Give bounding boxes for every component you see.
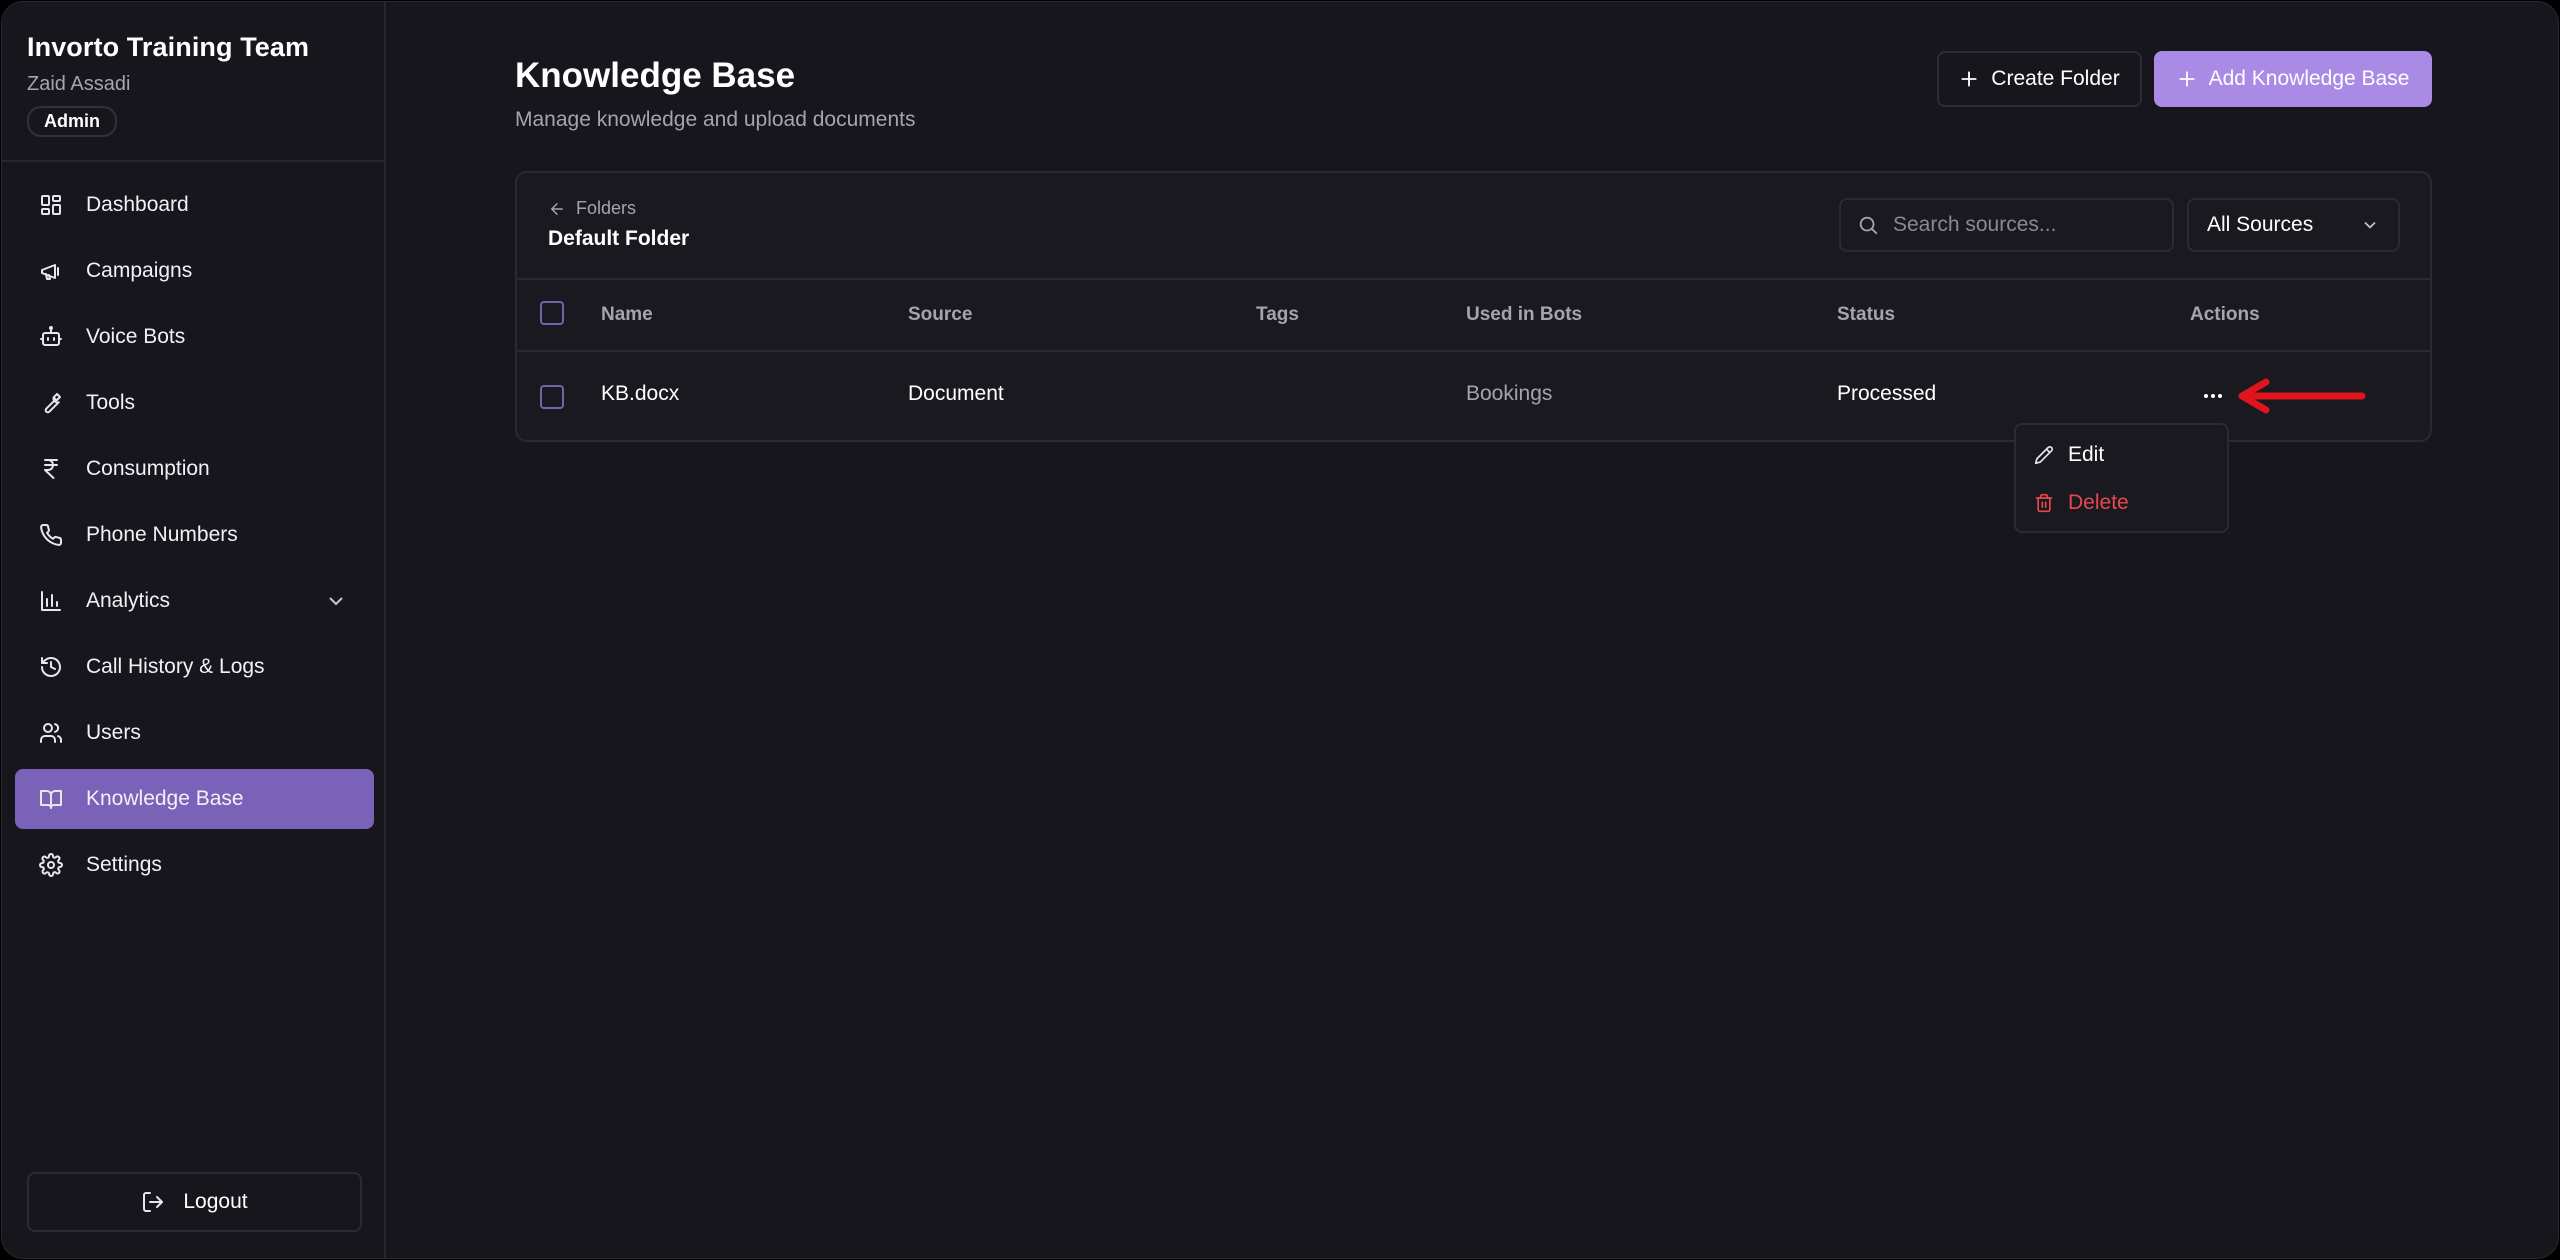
breadcrumb-back-link[interactable]: Folders [548, 198, 636, 219]
sidebar-item-voice-bots[interactable]: Voice Bots [15, 307, 374, 367]
breadcrumb-label: Folders [576, 198, 637, 218]
page-subtitle: Manage knowledge and upload documents [515, 108, 916, 131]
sidebar-item-knowledge-base[interactable]: Knowledge Base [15, 769, 374, 829]
logout-label: Logout [183, 1190, 248, 1213]
sidebar-item-label: Settings [86, 853, 162, 876]
users-icon [39, 721, 63, 745]
column-header-name: Name [601, 304, 653, 325]
sidebar-item-campaigns[interactable]: Campaigns [15, 241, 374, 301]
sidebar-item-label: Analytics [86, 589, 171, 612]
wrench-icon [39, 391, 63, 415]
chevron-down-icon[interactable] [324, 589, 348, 613]
history-icon [39, 655, 63, 679]
row-checkbox[interactable] [540, 385, 564, 409]
sidebar: Invorto Training Team Zaid Assadi Admin … [2, 2, 386, 1258]
sidebar-item-analytics[interactable]: Analytics [15, 571, 374, 631]
create-folder-label: Create Folder [1991, 67, 2120, 90]
add-knowledge-base-button[interactable]: Add Knowledge Base [2154, 51, 2432, 107]
dashboard-icon [39, 193, 63, 217]
source-filter-value: All Sources [2207, 213, 2314, 236]
sidebar-divider [2, 160, 384, 162]
sidebar-item-users[interactable]: Users [15, 703, 374, 763]
sidebar-item-dashboard[interactable]: Dashboard [15, 175, 374, 235]
arrow-left-icon [551, 202, 563, 215]
sidebar-item-label: Campaigns [86, 259, 193, 282]
sidebar-item-tools[interactable]: Tools [15, 373, 374, 433]
column-header-used-in-bots: Used in Bots [1466, 304, 1583, 325]
row-actions-menu: Edit Delete [2014, 423, 2229, 533]
plus-icon [1961, 71, 1977, 87]
sidebar-item-label: Voice Bots [86, 325, 186, 348]
column-header-tags: Tags [1256, 304, 1299, 325]
org-header: Invorto Training Team Zaid Assadi Admin [27, 32, 309, 137]
edit-label: Edit [2068, 443, 2105, 466]
row-used-in-bots: Bookings [1466, 382, 1553, 405]
add-knowledge-base-label: Add Knowledge Base [2208, 67, 2410, 90]
sidebar-item-label: Consumption [86, 457, 210, 480]
sidebar-item-label: Dashboard [86, 193, 189, 216]
sidebar-item-phone-numbers[interactable]: Phone Numbers [15, 505, 374, 565]
logout-button[interactable]: Logout [27, 1172, 362, 1232]
row-status: Processed [1837, 382, 1937, 405]
trash-icon [2035, 493, 2053, 513]
sidebar-item-label: Phone Numbers [86, 523, 238, 546]
column-header-source: Source [908, 304, 973, 325]
plus-icon [2179, 71, 2195, 87]
sidebar-item-label: Call History & Logs [86, 655, 265, 678]
app-window: Invorto Training Team Zaid Assadi Admin … [1, 1, 2559, 1259]
column-header-status: Status [1837, 304, 1896, 325]
user-name: Zaid Assadi [27, 73, 131, 95]
delete-menu-item[interactable]: Delete [2016, 481, 2227, 525]
row-name: KB.docx [601, 382, 680, 405]
rupee-icon [39, 457, 63, 481]
folder-name: Default Folder [548, 227, 690, 250]
sidebar-item-settings[interactable]: Settings [15, 835, 374, 895]
megaphone-icon [39, 259, 63, 283]
table-header: Name Source Tags Used in Bots Status Act… [517, 278, 2430, 352]
source-filter-select[interactable]: All Sources [2187, 198, 2400, 252]
pencil-icon [2034, 446, 2053, 465]
sidebar-item-call-history[interactable]: Call History & Logs [15, 637, 374, 697]
knowledge-base-card: Folders Default Folder All Sources Name … [515, 171, 2432, 442]
bot-icon [39, 325, 63, 349]
sidebar-nav: Dashboard Campaigns Voice Bots Tools Con… [15, 175, 374, 901]
sidebar-item-label: Knowledge Base [86, 787, 244, 810]
row-source: Document [908, 382, 1004, 405]
page-title: Knowledge Base [515, 56, 796, 95]
logout-icon [143, 1192, 164, 1212]
chevron-down-icon [2364, 221, 2376, 229]
sidebar-item-label: Users [86, 721, 141, 744]
search-box [1839, 198, 2174, 252]
create-folder-button[interactable]: Create Folder [1937, 51, 2142, 107]
row-actions-button[interactable] [2193, 376, 2233, 416]
book-icon [39, 787, 63, 811]
edit-menu-item[interactable]: Edit [2016, 433, 2227, 477]
gear-icon [39, 853, 63, 877]
select-all-checkbox[interactable] [540, 301, 564, 325]
column-header-actions: Actions [2190, 304, 2260, 325]
role-badge: Admin [27, 106, 117, 137]
search-input[interactable] [1893, 213, 2163, 237]
phone-icon [39, 523, 63, 547]
annotation-arrow-icon [2238, 378, 2366, 414]
search-icon [1859, 216, 1878, 235]
org-name: Invorto Training Team [27, 32, 310, 62]
more-horizontal-icon [2204, 394, 2222, 398]
bar-chart-icon [39, 589, 63, 613]
sidebar-item-consumption[interactable]: Consumption [15, 439, 374, 499]
sidebar-item-label: Tools [86, 391, 136, 414]
delete-label: Delete [2068, 491, 2129, 514]
